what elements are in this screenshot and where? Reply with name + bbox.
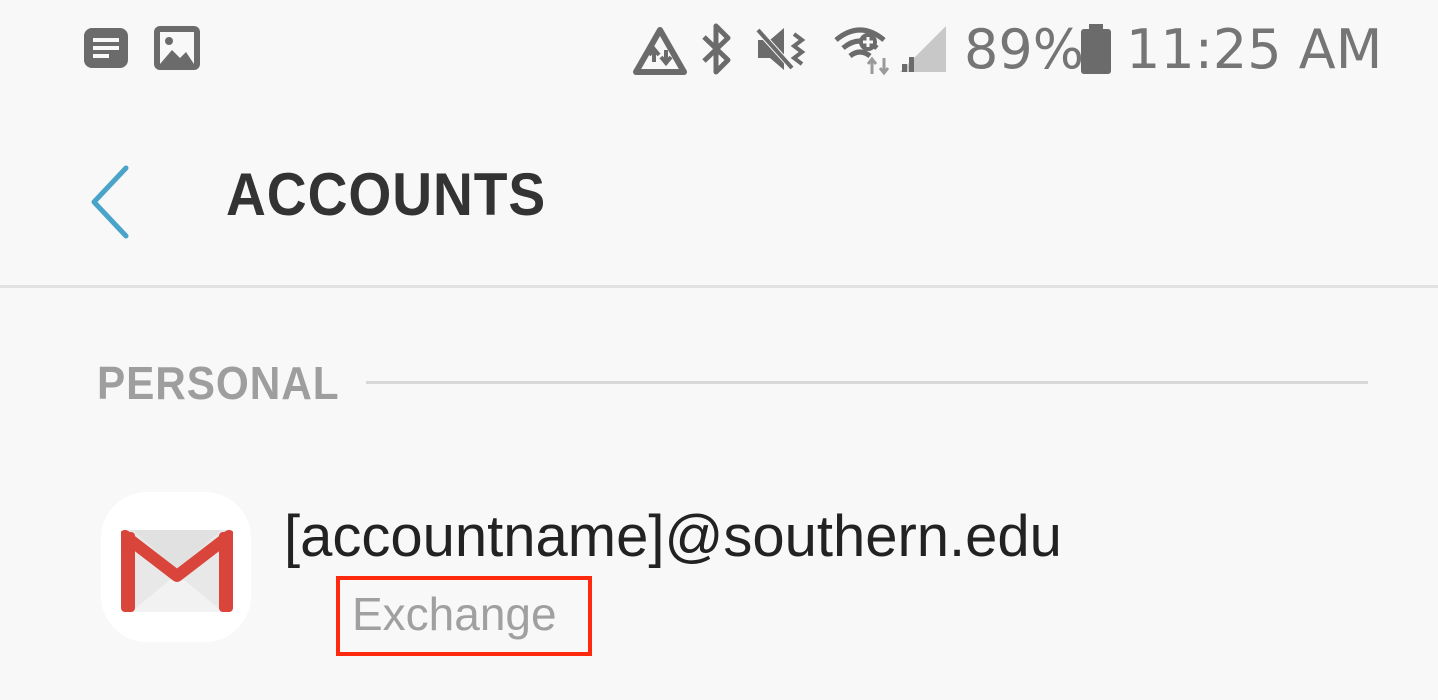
page-title: ACCOUNTS	[226, 161, 547, 228]
section-header-personal: PERSONAL	[97, 357, 340, 409]
clock: 11:25 AM	[1126, 18, 1383, 81]
wifi-icon	[832, 22, 894, 81]
account-list-item[interactable]: [accountname]@southern.edu Exchange	[0, 470, 1438, 670]
battery-icon	[1078, 22, 1114, 81]
signal-icon	[898, 24, 948, 79]
back-button[interactable]	[70, 150, 160, 250]
gmail-app-icon	[101, 492, 251, 642]
data-saver-icon	[632, 26, 688, 81]
section-divider	[366, 381, 1368, 384]
accounts-screen: 89% 11:25 AM ACCOUNTS PERSONAL [accountn…	[0, 0, 1438, 700]
vibrate-mute-icon	[753, 22, 808, 81]
notification-note-icon	[82, 26, 130, 75]
bluetooth-icon	[700, 22, 734, 81]
app-header: ACCOUNTS	[0, 110, 1438, 286]
account-email: [accountname]@southern.edu	[284, 504, 1062, 569]
chevron-left-icon	[70, 165, 140, 254]
battery-percent: 89%	[964, 18, 1085, 81]
status-bar: 89% 11:25 AM	[0, 0, 1438, 100]
header-divider	[0, 285, 1438, 288]
gallery-icon	[152, 24, 202, 77]
account-type-label: Exchange	[352, 588, 557, 640]
